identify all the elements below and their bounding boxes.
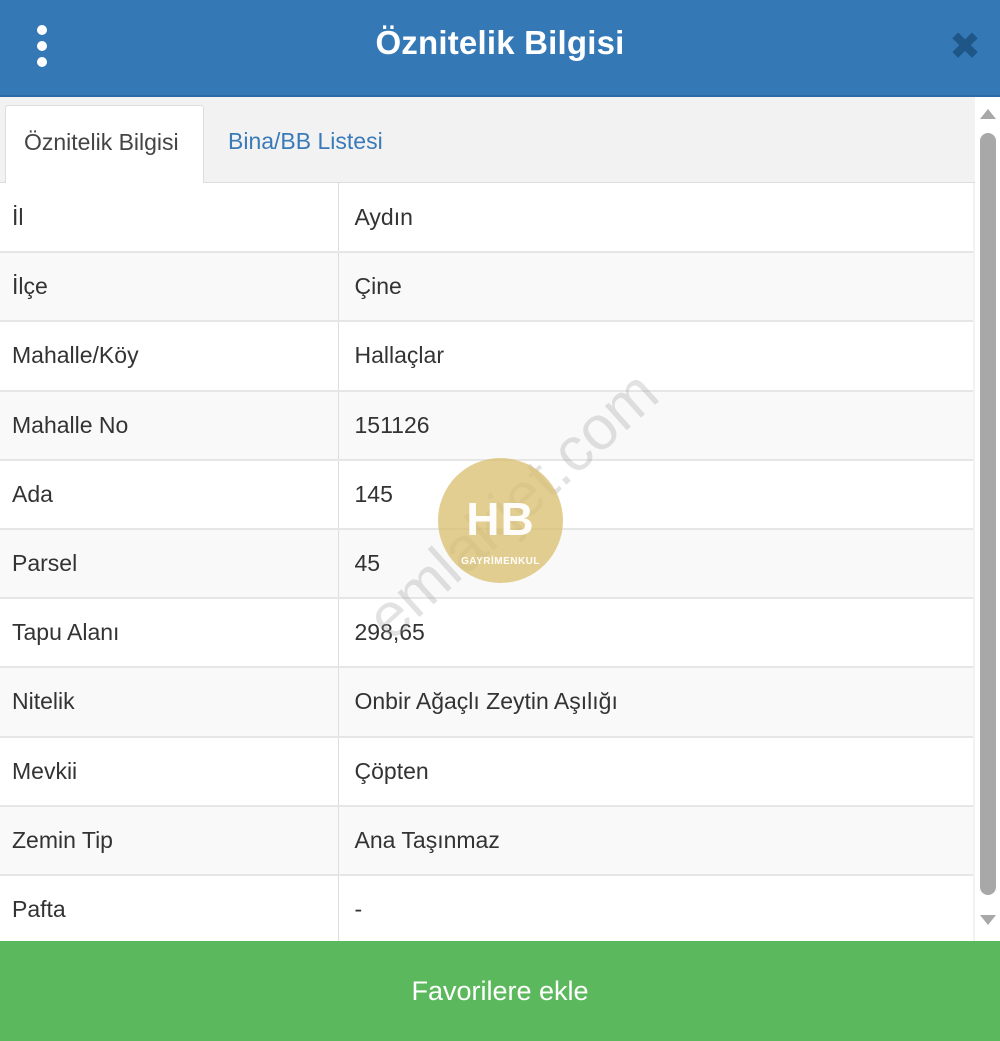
attribute-value: Ana Taşınmaz [338,805,973,876]
tab-bar: Öznitelik Bilgisi Bina/BB Listesi [0,97,975,184]
dialog-header: Öznitelik Bilgisi ✖ [0,0,1000,97]
dialog-content: Öznitelik Bilgisi Bina/BB Listesi İl Ayd… [0,97,975,941]
table-row: Tapu Alanı 298,65 [0,598,973,669]
attribute-key: Tapu Alanı [0,598,339,669]
add-to-favorites-button[interactable]: Favorilere ekle [0,941,1000,1041]
attribute-key: Mahalle No [0,390,339,461]
table-row: İl Aydın [0,183,973,254]
attribute-key: Mevkii [0,736,339,807]
attribute-table: İl Aydın İlçe Çine Mahalle/Köy Hallaçlar… [0,183,973,941]
table-row: Ada 145 [0,459,973,530]
table-row: Parsel 45 [0,528,973,600]
scrollbar-thumb[interactable] [980,133,996,895]
attribute-value: 145 [338,459,973,530]
attribute-key: İlçe [0,252,339,323]
table-row: Nitelik Onbir Ağaçlı Zeytin Aşılığı [0,667,973,738]
arrow-up-icon[interactable] [980,109,996,119]
attribute-value: Aydın [338,183,973,254]
attribute-value: Hallaçlar [338,321,973,392]
attribute-key: Parsel [0,528,339,600]
close-icon[interactable]: ✖ [946,28,984,66]
attribute-value: 298,65 [338,598,973,669]
vertical-scrollbar[interactable] [975,97,1000,941]
attribute-key: Ada [0,459,339,530]
table-row: Mahalle No 151126 [0,390,973,461]
attribute-value: 45 [338,528,973,600]
attribute-key: İl [0,183,339,254]
attribute-key: Nitelik [0,667,339,738]
tab-oznitelik-bilgisi[interactable]: Öznitelik Bilgisi [5,105,204,184]
attribute-value: Çine [338,252,973,323]
attribute-key: Mahalle/Köy [0,321,339,392]
attribute-value: Onbir Ağaçlı Zeytin Aşılığı [338,667,973,738]
arrow-down-icon[interactable] [980,915,996,925]
table-row: Zemin Tip Ana Taşınmaz [0,805,973,876]
table-row: İlçe Çine [0,252,973,323]
table-row: Pafta - [0,874,973,941]
dialog-title: Öznitelik Bilgisi [375,24,625,61]
attribute-value: Çöpten [338,736,973,807]
table-row: Mahalle/Köy Hallaçlar [0,321,973,392]
attribute-value: 151126 [338,390,973,461]
tab-bina-bb-listesi[interactable]: Bina/BB Listesi [210,105,401,184]
attribute-value: - [338,874,973,941]
attribute-key: Zemin Tip [0,805,339,876]
attribute-key: Pafta [0,874,339,941]
table-row: Mevkii Çöpten [0,736,973,807]
